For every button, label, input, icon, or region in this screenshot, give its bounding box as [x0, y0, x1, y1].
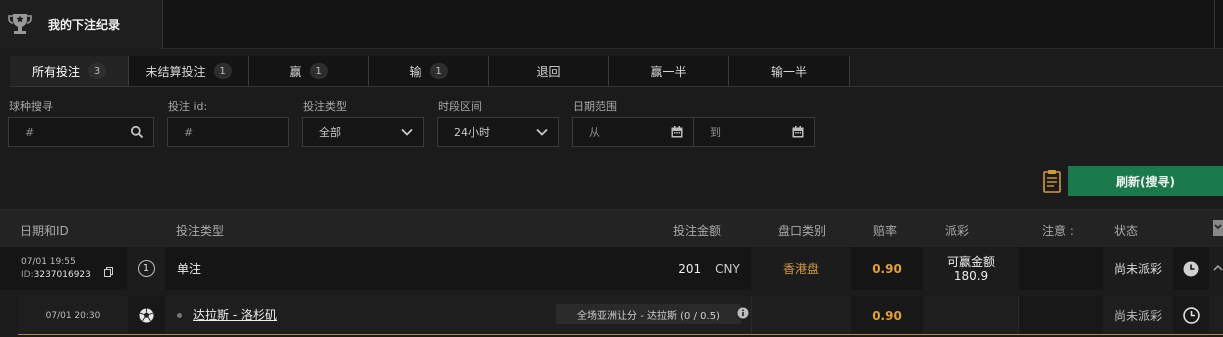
copy-icon[interactable]: [104, 267, 113, 277]
col-amount: 投注金额: [673, 224, 722, 238]
date-from-input[interactable]: 从: [572, 117, 694, 147]
selection-row[interactable]: 07/01 20:30 达拉斯 - 洛杉矶 全场亚洲让分 - 达拉斯 (0 / …: [18, 296, 1223, 335]
placeholder-text: 从: [589, 126, 600, 139]
selection-underline: [18, 334, 1223, 335]
selection-odds: 0.90: [851, 296, 923, 335]
sport-search-input[interactable]: #: [8, 117, 154, 147]
tab-unsettled[interactable]: 未结算投注 1: [129, 56, 249, 86]
sport-search-label: 球种搜寻: [9, 100, 53, 113]
tab-label: 输一半: [770, 64, 807, 79]
header-edge: [1214, 0, 1223, 49]
bet-status: 尚未派彩: [1113, 262, 1162, 276]
select-value: 全部: [319, 126, 341, 139]
tab-all-bets[interactable]: 所有投注 3: [10, 56, 129, 86]
selection-pick: 全场亚洲让分 - 达拉斯 (0 / 0.5): [556, 304, 741, 324]
bullet-icon: [177, 313, 182, 318]
calendar-icon: [671, 126, 683, 138]
collapse-all-icon[interactable]: [1213, 220, 1223, 236]
table-row[interactable]: 07/01 19:55 ID:3237016923 1 单注 201 CNY 香…: [0, 247, 1223, 290]
selection-note-cell: [1019, 296, 1103, 335]
tab-half-lost[interactable]: 输一半: [729, 56, 850, 86]
match-name[interactable]: 达拉斯 - 洛杉矶: [193, 306, 277, 323]
selection-count-cell: 1: [127, 247, 165, 290]
selection-market-cell: [751, 296, 851, 335]
header-bar: [0, 0, 1223, 49]
refresh-search-button[interactable]: 刷新(搜寻): [1068, 166, 1223, 196]
bet-odds: 0.90: [851, 247, 923, 290]
col-status: 状态: [1114, 224, 1139, 238]
status-icon-cell: [1173, 247, 1209, 290]
placeholder-text: 到: [710, 126, 721, 139]
tab-label: 未结算投注: [145, 64, 206, 79]
search-icon: [130, 125, 144, 139]
note-cell: [1019, 247, 1103, 290]
chevron-down-icon: [536, 128, 548, 136]
col-note: 注意 :: [1042, 224, 1074, 238]
tab-lost[interactable]: 输 1: [369, 56, 489, 86]
clock-icon: [1182, 307, 1200, 324]
soccer-ball-icon: [139, 308, 154, 323]
tab-count-badge: 1: [309, 63, 328, 79]
selection-date: 07/01 20:30: [45, 310, 101, 321]
tab-half-won[interactable]: 赢一半: [609, 56, 729, 86]
tab-label: 输: [409, 64, 422, 79]
date-to-input[interactable]: 到: [693, 117, 815, 147]
payout-label: 可赢金额: [946, 254, 995, 269]
placeholder-text: #: [184, 125, 194, 139]
clock-icon: [1183, 261, 1199, 276]
select-value: 24小时: [454, 126, 490, 139]
tab-count-badge: 3: [88, 63, 106, 79]
sport-icon-cell: [128, 296, 165, 335]
col-odds: 赔率: [873, 224, 898, 238]
col-market: 盘口类别: [778, 224, 827, 238]
date-id-cell: 07/01 19:55 ID:3237016923: [0, 247, 127, 290]
trophy-icon: [8, 14, 32, 34]
tab-divider: [10, 86, 1223, 87]
chevron-up-icon[interactable]: [1213, 263, 1223, 273]
tab-count-badge: 1: [213, 63, 232, 79]
selection-count: 1: [137, 260, 155, 277]
tab-won[interactable]: 赢 1: [249, 56, 369, 86]
page-title: 我的下注纪录: [48, 18, 121, 32]
placeholder-text: #: [25, 125, 35, 139]
tab-refunded[interactable]: 退回: [489, 56, 609, 86]
tab-label: 赢: [289, 64, 302, 79]
col-payout: 派彩: [945, 224, 970, 238]
bet-currency: CNY: [715, 261, 740, 276]
payout-cell: 可赢金额 180.9: [923, 247, 1019, 290]
tab-count-badge: 1: [429, 63, 448, 79]
calendar-icon: [792, 126, 804, 138]
tab-label: 赢一半: [650, 64, 687, 79]
bet-id-label: 投注 id:: [168, 100, 208, 113]
chevron-down-icon: [401, 128, 413, 136]
filter-tabs: 所有投注 3 未结算投注 1 赢 1 输 1 退回 赢一半 输一半: [10, 56, 850, 86]
bet-id-value: 3237016923: [33, 270, 91, 280]
selection-status: 尚未派彩: [1113, 309, 1162, 323]
payout-value: 180.9: [953, 268, 989, 283]
tab-label: 所有投注: [31, 64, 80, 79]
bet-type-label: 投注类型: [303, 100, 347, 113]
bet-id-prefix: ID:: [21, 270, 34, 280]
bet-type-select[interactable]: 全部: [302, 117, 424, 147]
bet-amount: 201: [678, 261, 702, 276]
col-bet-type: 投注类型: [176, 224, 225, 238]
clipboard-icon[interactable]: [1043, 169, 1061, 193]
period-label: 时段区间: [438, 100, 482, 113]
date-range-label: 日期范围: [573, 100, 617, 113]
bet-id-input[interactable]: #: [167, 117, 289, 147]
amount-cell: 201 CNY: [667, 247, 751, 290]
tab-label: 退回: [536, 64, 561, 79]
bet-date: 07/01 19:55: [21, 257, 76, 267]
col-date-id: 日期和ID: [20, 224, 69, 238]
selection-status-icon-cell: [1173, 296, 1209, 335]
bet-type: 单注: [165, 247, 667, 290]
info-icon[interactable]: [737, 307, 749, 319]
bet-id: ID:3237016923: [21, 270, 91, 280]
market-type: 香港盘: [782, 262, 819, 276]
period-select[interactable]: 24小时: [437, 117, 559, 147]
selection-payout-cell: [923, 296, 1019, 335]
